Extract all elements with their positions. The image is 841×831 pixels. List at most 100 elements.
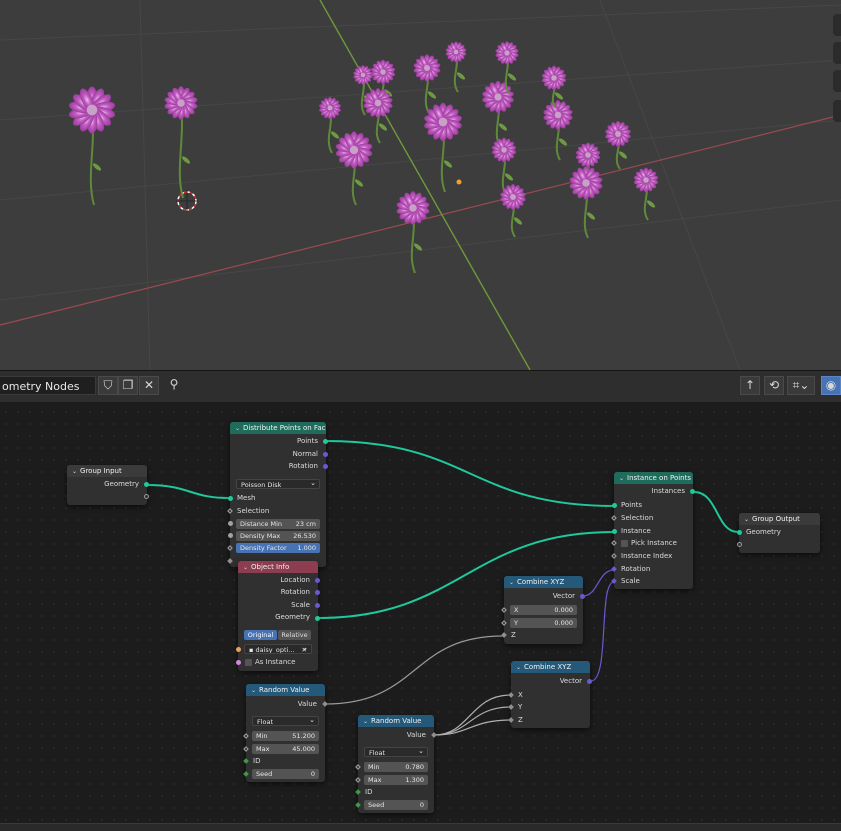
- distribute-mode-select[interactable]: Poisson Disk: [236, 479, 320, 489]
- y-field[interactable]: Y 0.000: [510, 618, 577, 628]
- node-object-info[interactable]: ⌄ Object Info Location Rotation Scale Geo…: [236, 561, 320, 671]
- link-combine-b-to-scale: [590, 581, 615, 682]
- node-header[interactable]: ⌄ Group Input: [67, 465, 147, 477]
- data-type-select[interactable]: Float: [364, 747, 428, 757]
- select-box-icon[interactable]: ⌗⌄: [787, 376, 815, 395]
- empty-output-socket[interactable]: [144, 494, 149, 499]
- node-group-output[interactable]: ⌄ Group Output Geometry: [737, 513, 820, 553]
- min-field[interactable]: Min 0.780: [364, 762, 428, 772]
- field-value: 0.000: [554, 606, 573, 614]
- socket-label: Rotation: [288, 462, 318, 470]
- node-distribute-points[interactable]: ⌄ Distribute Points on Faces Points Norma…: [227, 422, 328, 567]
- select-value: Float: [369, 749, 386, 757]
- rotation-output-socket[interactable]: [315, 590, 320, 595]
- node-header[interactable]: ⌄ Object Info: [238, 561, 318, 573]
- points-output-socket[interactable]: [323, 439, 328, 444]
- fake-user-shield-icon[interactable]: ⛉: [98, 376, 118, 395]
- collapse-chevron-icon[interactable]: ⌄: [509, 577, 514, 588]
- node-title: Object Info: [251, 563, 290, 571]
- checkbox-icon[interactable]: [245, 658, 252, 666]
- overlay-icon[interactable]: ◉: [821, 376, 841, 395]
- node-combine-xyz-scale[interactable]: ⌄ Combine XYZ Vector X Y Z: [508, 661, 592, 728]
- field-label: Seed: [368, 801, 385, 809]
- max-field[interactable]: Max 45.000: [252, 744, 319, 754]
- object-picker-field[interactable]: ▪ daisy_opti... ✕: [244, 644, 312, 654]
- node-header[interactable]: ⌄ Random Value: [246, 684, 325, 696]
- geometry-output-socket[interactable]: [315, 616, 320, 621]
- instances-output-socket[interactable]: [690, 489, 695, 494]
- node-header[interactable]: ⌄ Group Output: [739, 513, 820, 525]
- vector-output-socket[interactable]: [580, 594, 585, 599]
- distance-min-socket[interactable]: [228, 521, 233, 526]
- node-combine-xyz-rotation[interactable]: ⌄ Combine XYZ Vector X 0.000 Y 0.000 Z: [501, 576, 585, 644]
- socket-label: Instance Index: [621, 552, 673, 560]
- seed-field[interactable]: Seed 0: [364, 800, 428, 810]
- max-field[interactable]: Max 1.300: [364, 775, 428, 785]
- object-input-socket[interactable]: [236, 647, 241, 652]
- instance-input-socket[interactable]: [612, 529, 617, 534]
- socket-label: Z: [518, 716, 523, 724]
- field-label: Max: [368, 776, 382, 784]
- rotation-output-socket[interactable]: [323, 464, 328, 469]
- relative-toggle[interactable]: Relative: [278, 630, 311, 640]
- field-label: Min: [256, 732, 268, 740]
- geometry-input-socket[interactable]: [737, 530, 742, 535]
- socket-label: Mesh: [237, 494, 256, 502]
- node-instance-on-points[interactable]: ⌄ Instance on Points Instances Points Sel…: [611, 472, 695, 589]
- socket-label: Rotation: [621, 565, 651, 573]
- density-factor-field[interactable]: Density Factor 1.000: [236, 543, 320, 553]
- scale-output-socket[interactable]: [315, 603, 320, 608]
- parent-node-tree-icon[interactable]: ↑: [740, 376, 760, 395]
- data-type-select[interactable]: Float: [252, 716, 319, 726]
- seed-field[interactable]: Seed 0: [252, 769, 319, 779]
- distance-min-field[interactable]: Distance Min 23 cm: [236, 519, 320, 529]
- normal-output-socket[interactable]: [323, 452, 328, 457]
- node-title: Combine XYZ: [524, 663, 572, 671]
- x-field[interactable]: X 0.000: [510, 605, 577, 615]
- original-toggle[interactable]: Original: [244, 630, 277, 640]
- node-random-value-rotation[interactable]: ⌄Random Value Value Float Min 51.200 Max 4…: [243, 684, 328, 782]
- vector-output-socket[interactable]: [587, 679, 592, 684]
- location-output-socket[interactable]: [315, 578, 320, 583]
- mesh-input-socket[interactable]: [228, 496, 233, 501]
- node-header[interactable]: ⌄ Combine XYZ: [504, 576, 583, 588]
- node-group-input[interactable]: ⌄ Group Input Geometry: [67, 465, 149, 505]
- density-max-field[interactable]: Density Max 26.530: [236, 531, 320, 541]
- pin-icon[interactable]: ⚲: [164, 376, 184, 395]
- field-label: Max: [256, 745, 270, 753]
- clear-icon[interactable]: ✕: [302, 645, 307, 653]
- socket-label: Geometry: [275, 613, 310, 621]
- collapse-chevron-icon[interactable]: ⌄: [243, 562, 248, 573]
- empty-input-socket[interactable]: [737, 542, 742, 547]
- collapse-chevron-icon[interactable]: ⌄: [251, 685, 256, 696]
- pick-instance-checkbox[interactable]: Pick Instance: [614, 538, 693, 549]
- duplicate-icon[interactable]: ❐: [118, 376, 138, 395]
- node-header[interactable]: ⌄ Distribute Points on Faces: [230, 422, 326, 434]
- socket-label: ID: [365, 788, 373, 796]
- collapse-chevron-icon[interactable]: ⌄: [516, 662, 521, 673]
- collapse-chevron-icon[interactable]: ⌄: [363, 716, 368, 727]
- node-tree-name-field[interactable]: ometry Nodes: [0, 376, 96, 395]
- collapse-chevron-icon[interactable]: ⌄: [72, 466, 77, 477]
- close-icon[interactable]: ✕: [139, 376, 159, 395]
- node-header[interactable]: ⌄ Random Value: [358, 715, 434, 727]
- node-header[interactable]: ⌄ Combine XYZ: [511, 661, 590, 673]
- geometry-output-socket[interactable]: [144, 482, 149, 487]
- collapse-chevron-icon[interactable]: ⌄: [235, 423, 240, 434]
- min-field[interactable]: Min 51.200: [252, 731, 319, 741]
- collapse-chevron-icon[interactable]: ⌄: [619, 473, 624, 484]
- node-title: Distribute Points on Faces: [243, 424, 326, 432]
- points-input-socket[interactable]: [612, 503, 617, 508]
- socket-label: Vector: [552, 592, 575, 600]
- field-value: 0.000: [554, 619, 573, 627]
- node-header[interactable]: ⌄ Instance on Points: [614, 472, 693, 484]
- field-label: Distance Min: [240, 520, 283, 528]
- node-random-value-scale[interactable]: ⌄Random Value Value Float Min 0.780 Max 1.…: [355, 715, 437, 813]
- as-instance-socket[interactable]: [236, 660, 241, 665]
- checkbox-icon[interactable]: [621, 539, 628, 547]
- density-max-socket[interactable]: [228, 533, 233, 538]
- collapse-chevron-icon[interactable]: ⌄: [744, 514, 749, 525]
- as-instance-checkbox[interactable]: As Instance: [238, 657, 318, 668]
- snap-icon[interactable]: ⟲: [764, 376, 784, 395]
- node-title: Combine XYZ: [517, 578, 565, 586]
